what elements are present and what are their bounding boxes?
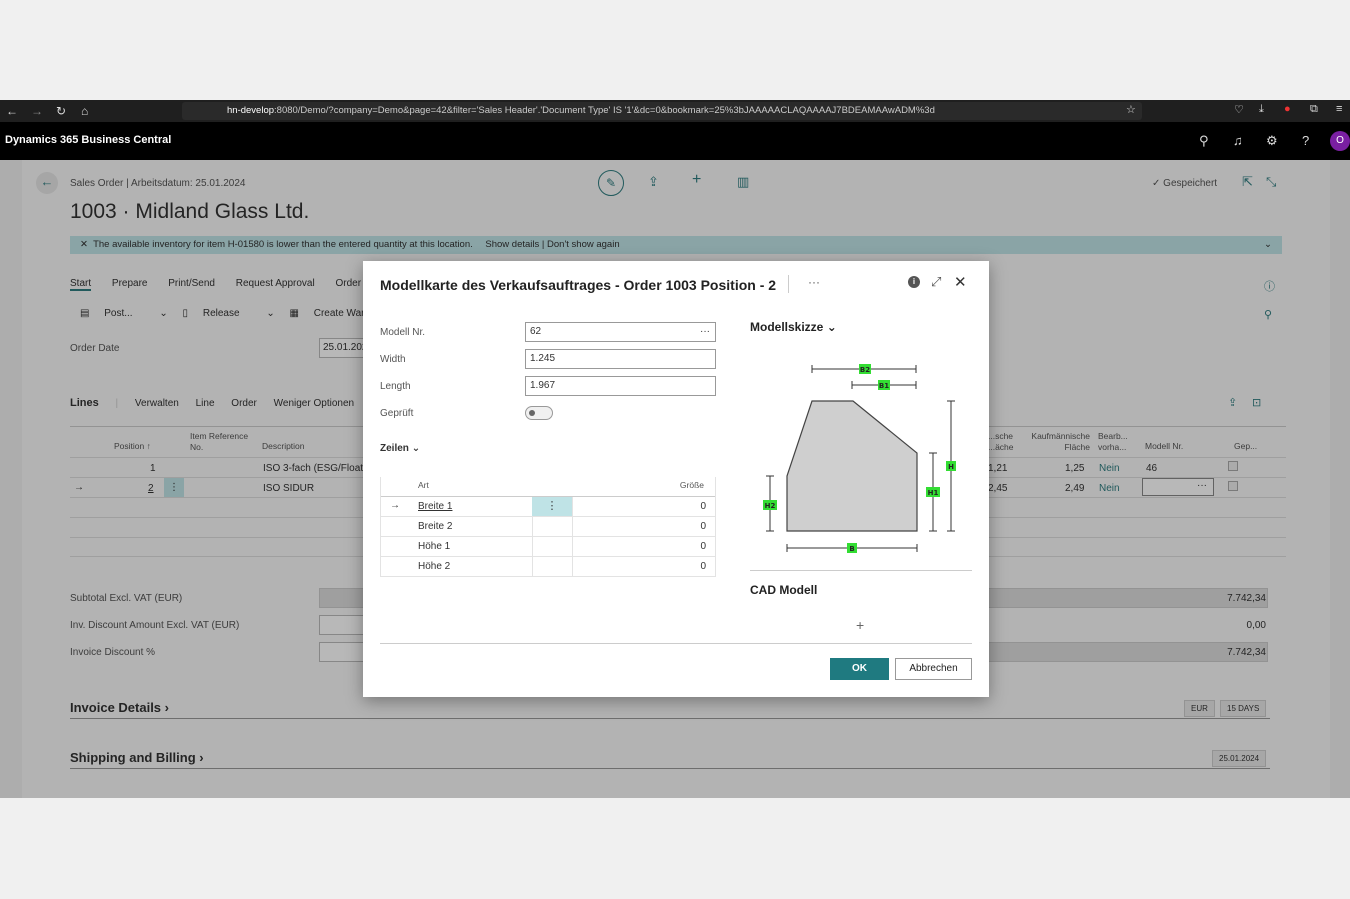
divider: [572, 537, 573, 556]
divider: [532, 517, 533, 536]
dimension-label-b: B: [849, 545, 854, 553]
add-icon[interactable]: +: [856, 617, 864, 633]
model-sketch-image: B2 B1 H H1 H2 B: [763, 364, 956, 553]
url-host: hn-develop: [227, 105, 275, 116]
browser-toolbar: ← → ↻ ⌂ hn-develop:8080/Demo/?company=De…: [0, 100, 1350, 122]
row-groesse[interactable]: 0: [700, 501, 706, 512]
modell-nr-value: 62: [530, 326, 542, 337]
sketch-section-toggle[interactable]: Modellskizze ⌄: [750, 320, 837, 334]
model-card-dialog: Modellkarte des Verkaufsauftrages - Orde…: [363, 261, 989, 697]
dimension-label-b1: B1: [879, 382, 889, 390]
cancel-button[interactable]: Abbrechen: [895, 658, 972, 680]
dialog-title: Modellkarte des Verkaufsauftrages - Orde…: [380, 277, 777, 293]
info-icon[interactable]: i: [908, 276, 920, 288]
grid-border: [380, 477, 381, 577]
row-menu-icon[interactable]: ⋮: [532, 497, 572, 516]
row-art[interactable]: Höhe 2: [418, 561, 450, 572]
avatar[interactable]: O: [1330, 131, 1350, 151]
geprueft-toggle[interactable]: [525, 406, 553, 420]
divider: [532, 557, 533, 576]
home-icon[interactable]: ⌂: [81, 103, 88, 119]
zeilen-title: Zeilen: [380, 443, 409, 454]
dimension-label-h: H: [948, 463, 954, 471]
cad-title: CAD Modell: [750, 583, 818, 597]
modell-nr-field[interactable]: 62 ···: [525, 322, 716, 342]
row-art[interactable]: Breite 2: [418, 521, 452, 532]
grid-border: [715, 477, 716, 577]
reload-icon[interactable]: ↻: [56, 103, 66, 119]
lookup-icon[interactable]: ···: [700, 323, 710, 341]
help-icon[interactable]: ?: [1302, 133, 1309, 148]
row-art[interactable]: Breite 1: [418, 501, 452, 512]
geprueft-label: Geprüft: [380, 408, 414, 419]
pocket-icon[interactable]: ♡: [1234, 103, 1244, 116]
divider: [380, 643, 972, 644]
menu-icon[interactable]: ≡: [1336, 103, 1342, 115]
divider: [788, 275, 789, 293]
row-groesse[interactable]: 0: [700, 521, 706, 532]
sketch-shape: [786, 400, 918, 532]
column-header-groesse[interactable]: Größe: [680, 480, 704, 490]
divider: [532, 537, 533, 556]
app-title: Dynamics 365 Business Central: [5, 134, 172, 146]
search-icon[interactable]: ⚲: [1199, 133, 1209, 149]
table-row[interactable]: Höhe 2 0: [380, 557, 716, 577]
row-groesse[interactable]: 0: [700, 561, 706, 572]
current-row-arrow-icon: →: [390, 500, 400, 511]
url-rest: :8080/Demo/?company=Demo&page=42&filter=…: [274, 105, 935, 116]
close-icon[interactable]: ✕: [954, 273, 967, 291]
chevron-down-icon: ⌄: [411, 443, 421, 454]
zeilen-section-toggle[interactable]: Zeilen ⌄: [380, 443, 420, 454]
length-field[interactable]: 1.967: [525, 376, 716, 396]
more-options-icon[interactable]: ···: [808, 275, 820, 289]
gear-icon[interactable]: ⚙: [1266, 133, 1278, 149]
download-icon[interactable]: ⤓: [1259, 103, 1264, 116]
length-label: Length: [380, 381, 411, 392]
extensions-puzzle-icon[interactable]: ⧉: [1310, 103, 1318, 116]
bell-icon[interactable]: ♫: [1233, 133, 1243, 148]
dimension-label-b2: B2: [860, 366, 870, 374]
row-art[interactable]: Höhe 1: [418, 541, 450, 552]
dimension-label-h2: H2: [765, 502, 776, 510]
chevron-down-icon: ⌄: [826, 320, 837, 334]
star-icon[interactable]: ☆: [1126, 103, 1136, 116]
divider: [750, 570, 972, 571]
divider: [572, 517, 573, 536]
divider: [572, 557, 573, 576]
sketch-title: Modellskizze: [750, 320, 824, 334]
extension-icon[interactable]: ●: [1284, 103, 1291, 115]
forward-arrow-icon[interactable]: →: [31, 103, 43, 119]
toggle-knob: [529, 410, 535, 416]
modell-nr-label: Modell Nr.: [380, 327, 426, 338]
back-arrow-icon[interactable]: ←: [6, 103, 18, 119]
table-row[interactable]: Höhe 1 0: [380, 537, 716, 557]
column-header-art[interactable]: Art: [418, 480, 429, 490]
dimension-label-h1: H1: [928, 489, 939, 497]
width-field[interactable]: 1.245: [525, 349, 716, 369]
divider: [572, 497, 573, 516]
row-groesse[interactable]: 0: [700, 541, 706, 552]
table-row[interactable]: Breite 2 0: [380, 517, 716, 537]
ok-button[interactable]: OK: [830, 658, 889, 680]
address-bar[interactable]: hn-develop:8080/Demo/?company=Demo&page=…: [182, 102, 1142, 120]
table-row[interactable]: → Breite 1 ⋮ 0: [380, 497, 716, 517]
expand-icon[interactable]: ⤢: [931, 274, 941, 290]
app-header: Dynamics 365 Business Central ⚲ ♫ ⚙ ? O: [0, 122, 1350, 160]
width-label: Width: [380, 354, 406, 365]
